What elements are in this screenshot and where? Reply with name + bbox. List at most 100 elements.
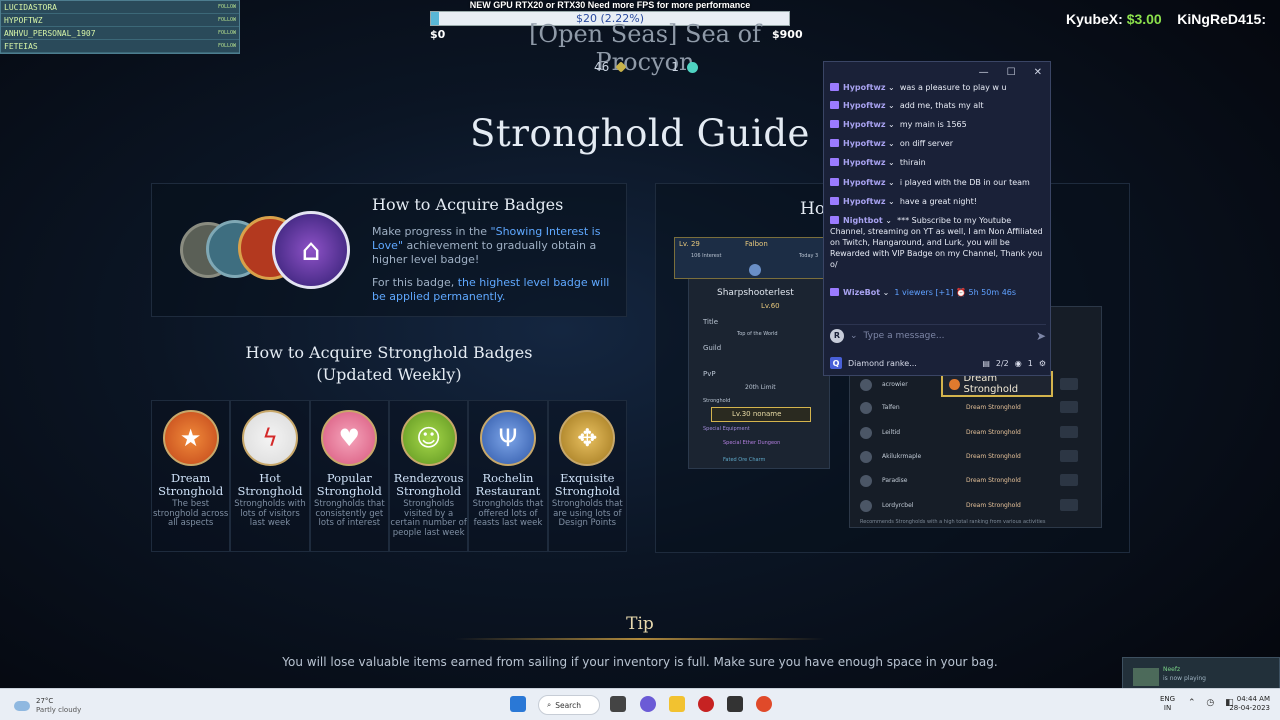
field-label: Stronghold	[703, 398, 731, 404]
chat-user[interactable]: Nightbot	[843, 216, 883, 225]
globe-icon	[749, 264, 761, 276]
badge-name: Popular Stronghold	[316, 471, 382, 498]
maximize-icon[interactable]: ☐	[1007, 67, 1016, 78]
search-button[interactable]: ⌕ Search	[538, 695, 600, 715]
section-subtitle: (Updated Weekly)	[316, 365, 462, 384]
temperature: 27°C	[36, 697, 54, 705]
chat-user[interactable]: Hypoftwz	[843, 83, 885, 92]
tip-text: You will lose valuable items earned from…	[282, 655, 998, 669]
chat-message: Hypoftwz ⌄ i played with the DB in our t…	[830, 177, 1046, 188]
badge-card-dream: ★ Dream Stronghold The best stronghold a…	[151, 400, 231, 552]
badge-card-rendezvous: ☺ Rendezvous Stronghold Strongholds visi…	[388, 400, 469, 552]
profile-interest: 106 Interest	[691, 253, 722, 259]
currency-count: 46	[594, 60, 610, 74]
chat-user[interactable]: WizeBot	[843, 288, 880, 297]
badge-name: Dream Stronghold	[158, 471, 224, 498]
visit-button[interactable]	[1060, 401, 1078, 413]
follow-tag: FOLLOW	[217, 43, 236, 49]
top-donors: KyubeX: $3.00 KiNgReD415:	[1066, 11, 1266, 27]
list-item[interactable]: Paradise Dream Stronghold	[850, 472, 1103, 492]
note-text: For this badge,	[372, 276, 458, 289]
chat-message: Nightbot ⌄ *** Subscribe to my Youtube C…	[830, 216, 1043, 269]
badge-name: Rendezvous Stronghold	[393, 471, 464, 498]
chat-user[interactable]: Hypoftwz	[843, 178, 885, 187]
chat-message: Hypoftwz ⌄ was a pleasure to play w u	[830, 82, 1046, 93]
player-name: Paradise	[882, 477, 908, 484]
profile-level: Lv. 29	[679, 240, 700, 248]
follower-row: FETEIAS FOLLOW	[1, 40, 239, 53]
player-name: Lordyrcbel	[882, 502, 914, 509]
chat-user[interactable]: Hypoftwz	[843, 158, 885, 167]
windows-taskbar: 27°C Partly cloudy ⌕ Search ⌃ ◷ ◧ ENG IN …	[0, 688, 1280, 720]
send-icon[interactable]: ➤	[1036, 329, 1046, 343]
badge-card-exquisite: ✥ Exquisite Stronghold Strongholds that …	[547, 400, 627, 552]
user-badge-icon	[830, 101, 839, 109]
equipment-item: Fated Ore Charm	[723, 457, 766, 463]
language-indicator[interactable]: ENG IN	[1160, 695, 1175, 713]
list-item[interactable]: Akilukrmaple Dream Stronghold	[850, 448, 1103, 468]
weather-widget[interactable]: 27°C Partly cloudy	[14, 697, 81, 715]
visit-button[interactable]	[1060, 450, 1078, 462]
chat-input-row: R ⌄ Type a message... ➤	[830, 324, 1046, 346]
start-icon[interactable]	[510, 696, 526, 712]
task-view-icon[interactable]	[610, 696, 626, 712]
field-value: Top of the World	[737, 331, 778, 337]
chat-message: Hypoftwz ⌄ have a great night!	[830, 196, 1046, 207]
streaming-app-icon[interactable]	[756, 696, 772, 712]
chat-message: Hypoftwz ⌄ thirain	[830, 157, 1046, 168]
minimize-icon[interactable]: —	[979, 67, 989, 78]
bot-badge-icon	[830, 216, 839, 224]
field-label: Special Equipment	[703, 426, 750, 432]
list-item[interactable]: Lordyrcbel Dream Stronghold	[850, 497, 1103, 517]
house-heart-badge-icon: ⌂	[272, 211, 350, 289]
badge-description: Strongholds that are using lots of Desig…	[551, 499, 623, 528]
follower-name: ANHVU_PERSONAL_1907	[4, 28, 96, 38]
acquire-badges-title: How to Acquire Badges	[372, 195, 564, 214]
row-badge: Dream Stronghold	[966, 477, 1021, 484]
channel-name[interactable]: Diamond ranke...	[848, 359, 976, 368]
visit-button[interactable]	[1060, 474, 1078, 486]
donation-goal-text: NEW GPU RTX20 or RTX30 Need more FPS for…	[469, 0, 751, 10]
badge-description: Strongholds that consistently get lots o…	[313, 499, 385, 528]
chat-user[interactable]: Hypoftwz	[843, 197, 885, 206]
player-name: Talfen	[882, 404, 900, 411]
chat-text: was a pleasure to play w u	[899, 83, 1007, 92]
crown-icon	[860, 427, 872, 439]
user-avatar-icon[interactable]: R	[830, 328, 844, 343]
follower-row: HYPOFTWZ FOLLOW	[1, 14, 239, 27]
gear-icon[interactable]: ⚙	[1039, 359, 1046, 368]
list-item[interactable]: Talfen Dream Stronghold	[850, 399, 1103, 419]
chat-user[interactable]: Hypoftwz	[843, 101, 885, 110]
chat-user[interactable]: Hypoftwz	[843, 139, 885, 148]
chat-app-icon[interactable]	[640, 696, 656, 712]
user-badge-icon	[830, 120, 839, 128]
visit-button[interactable]	[1060, 426, 1078, 438]
clock[interactable]: 04:44 AM 28-04-2023	[1229, 695, 1270, 713]
user-badge-icon	[830, 197, 839, 205]
badge-name: Exquisite Stronghold	[554, 471, 620, 498]
arrows-icon: ✥	[559, 410, 616, 466]
profile-name: Falbon	[745, 240, 768, 248]
clock-date: 28-04-2023	[1229, 704, 1270, 712]
chat-window: — ☐ ✕ Hypoftwz ⌄ was a pleasure to play …	[823, 61, 1051, 376]
heart-icon: ♥	[321, 410, 378, 466]
mods-icon: ▤	[982, 358, 990, 368]
crown-icon	[860, 500, 872, 512]
visit-button[interactable]	[1060, 378, 1078, 390]
acquire-badges-note: For this badge, the highest level badge …	[372, 276, 622, 304]
visit-button[interactable]	[1060, 499, 1078, 511]
chat-input[interactable]: Type a message...	[864, 331, 1030, 341]
file-explorer-icon[interactable]	[669, 696, 685, 712]
chat-user[interactable]: Hypoftwz	[843, 120, 885, 129]
app-icon[interactable]	[698, 696, 714, 712]
close-icon[interactable]: ✕	[1034, 67, 1042, 78]
list-item[interactable]: Leiltid Dream Stronghold	[850, 424, 1103, 444]
game-app-icon[interactable]	[727, 696, 743, 712]
row-badge: Dream Stronghold	[966, 502, 1021, 509]
field-label: PvP	[703, 370, 716, 378]
badge-description: Strongholds visited by a certain number …	[390, 499, 467, 538]
crown-icon	[860, 451, 872, 463]
mod-count: 2/2	[995, 358, 1009, 368]
section-title: How to Acquire Stronghold Badges	[245, 343, 533, 362]
chevron-down-icon[interactable]: ⌄	[850, 331, 858, 341]
